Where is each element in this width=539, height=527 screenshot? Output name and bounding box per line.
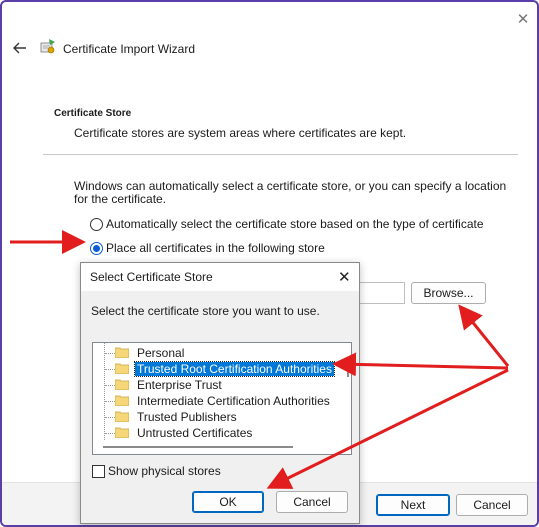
tree-item-trusted-publishers[interactable]: Trusted Publishers (93, 409, 351, 425)
auto-select-radio[interactable] (90, 218, 103, 231)
tree-item-label: Untrusted Certificates (137, 426, 253, 440)
tree-item-personal[interactable]: Personal (93, 345, 351, 361)
tree-item-intermediate[interactable]: Intermediate Certification Authorities (93, 393, 351, 409)
tree-branch (105, 369, 115, 370)
folder-icon (115, 347, 129, 358)
tree-item-label: Trusted Root Certification Authorities (134, 361, 335, 377)
tree-branch (105, 353, 115, 354)
browse-button[interactable]: Browse... (411, 282, 486, 304)
back-arrow-icon[interactable] (12, 40, 28, 56)
vertical-scrollbar-thumb[interactable] (347, 363, 349, 377)
tree-item-untrusted[interactable]: Untrusted Certificates (93, 425, 351, 441)
folder-icon (115, 427, 129, 438)
folder-icon (115, 411, 129, 422)
instruction-text: Windows can automatically select a certi… (74, 179, 507, 206)
dialog-titlebar: Select Certificate Store ✕ (81, 263, 359, 291)
tree-branch (105, 401, 115, 402)
tree-item-enterprise-trust[interactable]: Enterprise Trust (93, 377, 351, 393)
tree-branch (105, 433, 115, 434)
dialog-ok-button[interactable]: OK (192, 491, 264, 513)
section-description: Certificate stores are system areas wher… (74, 126, 407, 140)
auto-select-label: Automatically select the certificate sto… (106, 217, 484, 231)
store-tree[interactable]: Personal Trusted Root Certification Auth… (92, 342, 352, 455)
place-in-store-radio[interactable] (90, 242, 103, 255)
show-physical-stores-checkbox[interactable] (92, 465, 105, 478)
tree-branch (105, 417, 115, 418)
folder-icon (115, 363, 129, 374)
tree-item-trusted-root[interactable]: Trusted Root Certification Authorities (93, 361, 351, 377)
horizontal-scrollbar-thumb[interactable] (103, 446, 293, 448)
wizard-cancel-button[interactable]: Cancel (456, 494, 528, 516)
dialog-title: Select Certificate Store (90, 270, 213, 284)
close-icon[interactable]: ✕ (515, 12, 531, 28)
section-title: Certificate Store (54, 108, 132, 119)
folder-icon (115, 379, 129, 390)
folder-icon (115, 395, 129, 406)
tree-item-label: Intermediate Certification Authorities (137, 394, 330, 408)
next-button[interactable]: Next (376, 494, 450, 516)
tree-item-label: Personal (137, 346, 185, 360)
window-title: Certificate Import Wizard (63, 42, 196, 56)
select-store-dialog: Select Certificate Store ✕ Select the ce… (80, 262, 360, 524)
dialog-close-icon[interactable]: ✕ (338, 268, 351, 286)
dialog-prompt: Select the certificate store you want to… (91, 304, 320, 318)
tree-item-label: Trusted Publishers (137, 410, 237, 424)
certificate-wizard-icon (40, 39, 55, 54)
tree-branch (105, 385, 115, 386)
divider (43, 154, 518, 155)
tree-item-label: Enterprise Trust (137, 378, 222, 392)
place-in-store-label: Place all certificates in the following … (106, 241, 325, 255)
show-physical-stores-label: Show physical stores (108, 464, 221, 478)
horizontal-scrollbar[interactable] (93, 440, 351, 454)
dialog-cancel-button[interactable]: Cancel (276, 491, 348, 513)
